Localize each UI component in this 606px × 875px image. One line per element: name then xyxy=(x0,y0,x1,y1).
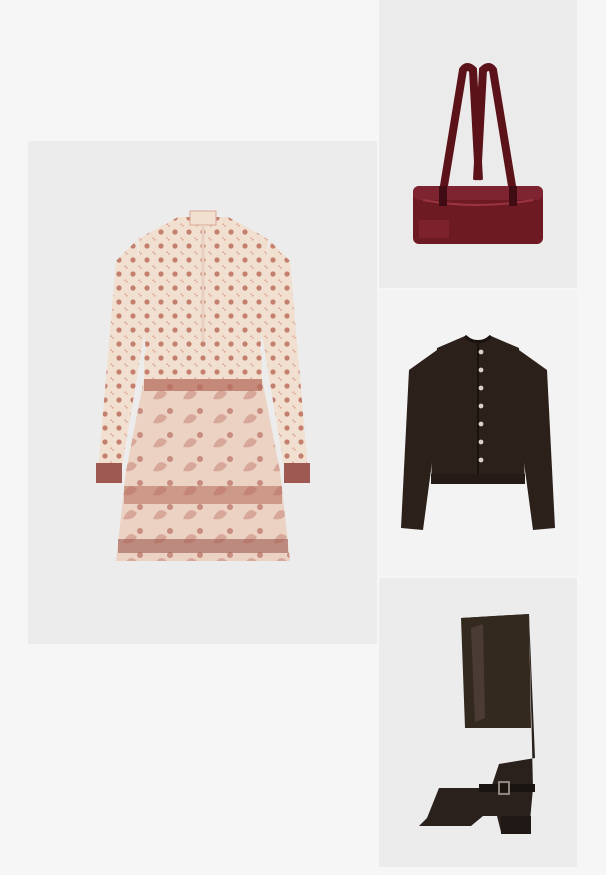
dress-image xyxy=(96,210,310,561)
cardigan-image xyxy=(401,334,555,530)
boot-image xyxy=(419,614,535,834)
product-tile-dress[interactable] xyxy=(28,141,377,644)
product-tile-bag[interactable] xyxy=(379,0,577,288)
outfit-collage xyxy=(0,0,606,875)
product-tile-boot[interactable] xyxy=(379,578,577,867)
product-tile-cardigan[interactable] xyxy=(379,290,577,576)
bag-image xyxy=(413,63,543,244)
